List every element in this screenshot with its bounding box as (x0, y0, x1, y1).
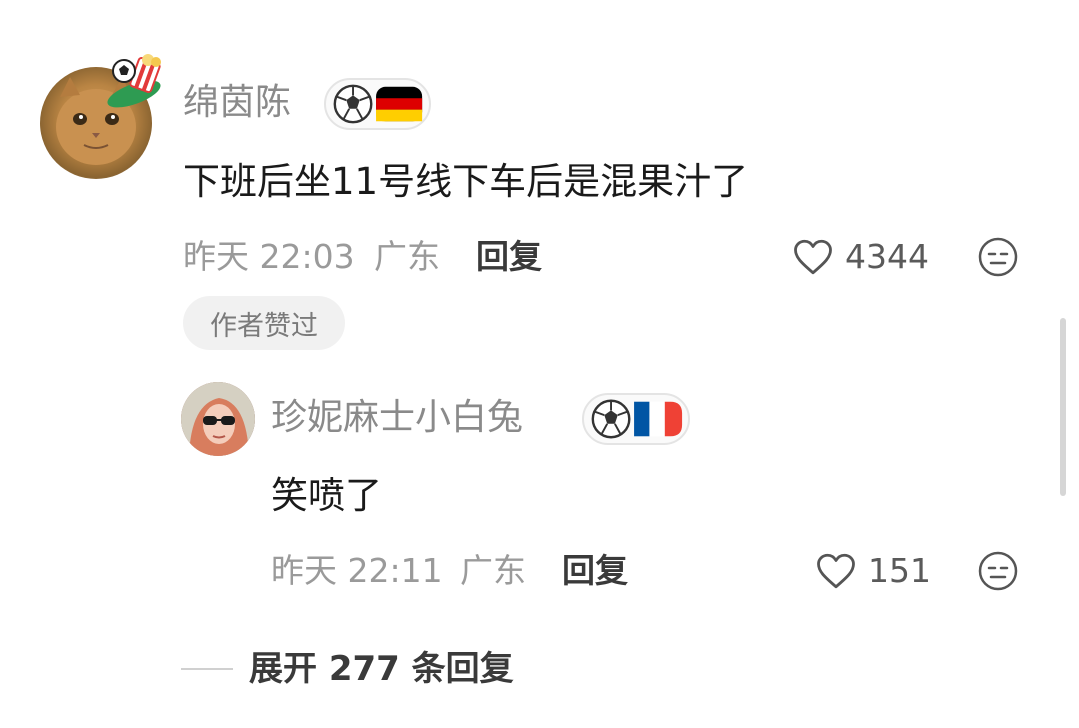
popcorn-soccer-badge-icon (104, 54, 168, 108)
comment-location: 广东 (374, 237, 440, 276)
soccer-germany-flag-icon (333, 84, 423, 124)
reply-text: 笑喷了 (271, 474, 382, 517)
comment-reply-button[interactable]: 回复 (476, 238, 542, 276)
france-team-badge[interactable] (582, 393, 690, 445)
commenter-username[interactable]: 绵茵陈 (183, 83, 291, 123)
heart-icon[interactable] (815, 550, 857, 592)
heart-icon[interactable] (792, 236, 834, 278)
scrollbar[interactable] (1060, 318, 1066, 496)
replier-avatar[interactable] (181, 382, 255, 456)
comment-text: 下班后坐11号线下车后是混果汁了 (183, 160, 749, 203)
germany-team-badge[interactable] (324, 78, 431, 130)
user-avatar-icon (181, 382, 255, 456)
reply-time: 昨天 22:11 (271, 551, 443, 590)
author-liked-badge: 作者赞过 (183, 296, 345, 350)
soccer-france-flag-icon (591, 399, 683, 439)
expand-divider (181, 668, 233, 670)
replier-username[interactable]: 珍妮麻士小白兔 (271, 398, 523, 438)
dislike-face-icon[interactable] (977, 550, 1019, 592)
comment-like-count: 4344 (845, 237, 929, 276)
dislike-face-icon[interactable] (977, 236, 1019, 278)
expand-replies-button[interactable]: 展开 277 条回复 (249, 649, 514, 689)
comment-time: 昨天 22:03 (183, 237, 355, 276)
reply-reply-button[interactable]: 回复 (562, 552, 628, 590)
reply-like-count: 151 (868, 551, 931, 590)
reply-location: 广东 (460, 551, 526, 590)
